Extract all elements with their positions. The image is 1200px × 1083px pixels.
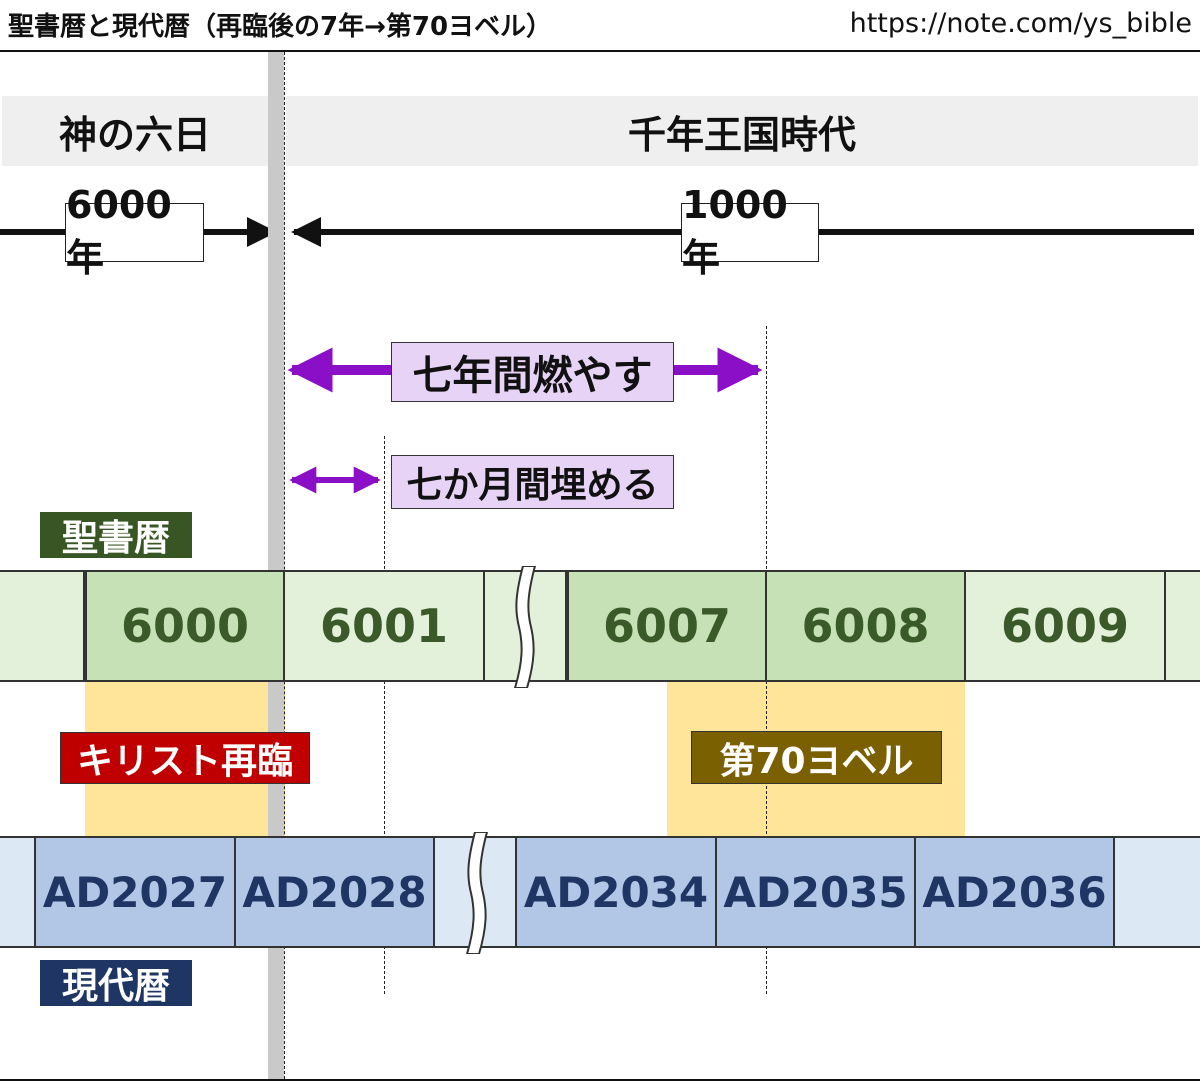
biblical-year-6001: 6001 <box>285 570 485 682</box>
biblical-year-6000: 6000 <box>85 570 285 682</box>
modern-cell-next <box>1115 836 1200 948</box>
biblical-row-break <box>513 566 537 688</box>
label-6000-years: 6000年 <box>65 183 204 280</box>
biblical-year-6007: 6007 <box>567 570 767 682</box>
label-burn-seven-years: 七年間燃やす <box>391 342 674 402</box>
biblical-calendar-tag: 聖書暦 <box>40 512 192 559</box>
diagram-canvas: 聖書暦と現代暦（再臨後の7年→第70ヨベル） https://note.com/… <box>0 0 1200 1083</box>
biblical-year-6008: 6008 <box>767 570 966 682</box>
jubilee-tag: 第70ヨベル <box>691 731 942 784</box>
modern-calendar-tag: 現代暦 <box>40 960 192 1007</box>
label-1000-years: 1000年 <box>681 183 819 280</box>
modern-cell-prev <box>0 836 36 948</box>
biblical-cell-prev <box>0 570 85 682</box>
biblical-cell-next <box>1166 570 1200 682</box>
modern-year-2035: AD2035 <box>717 836 916 948</box>
second-coming-tag: キリスト再臨 <box>60 732 310 784</box>
modern-year-2028: AD2028 <box>236 836 435 948</box>
modern-row-break <box>465 832 489 954</box>
label-bury-seven-months: 七か月間埋める <box>391 455 674 509</box>
modern-year-2036: AD2036 <box>916 836 1115 948</box>
biblical-year-6009: 6009 <box>966 570 1166 682</box>
modern-year-2027: AD2027 <box>36 836 236 948</box>
modern-year-2034: AD2034 <box>517 836 717 948</box>
